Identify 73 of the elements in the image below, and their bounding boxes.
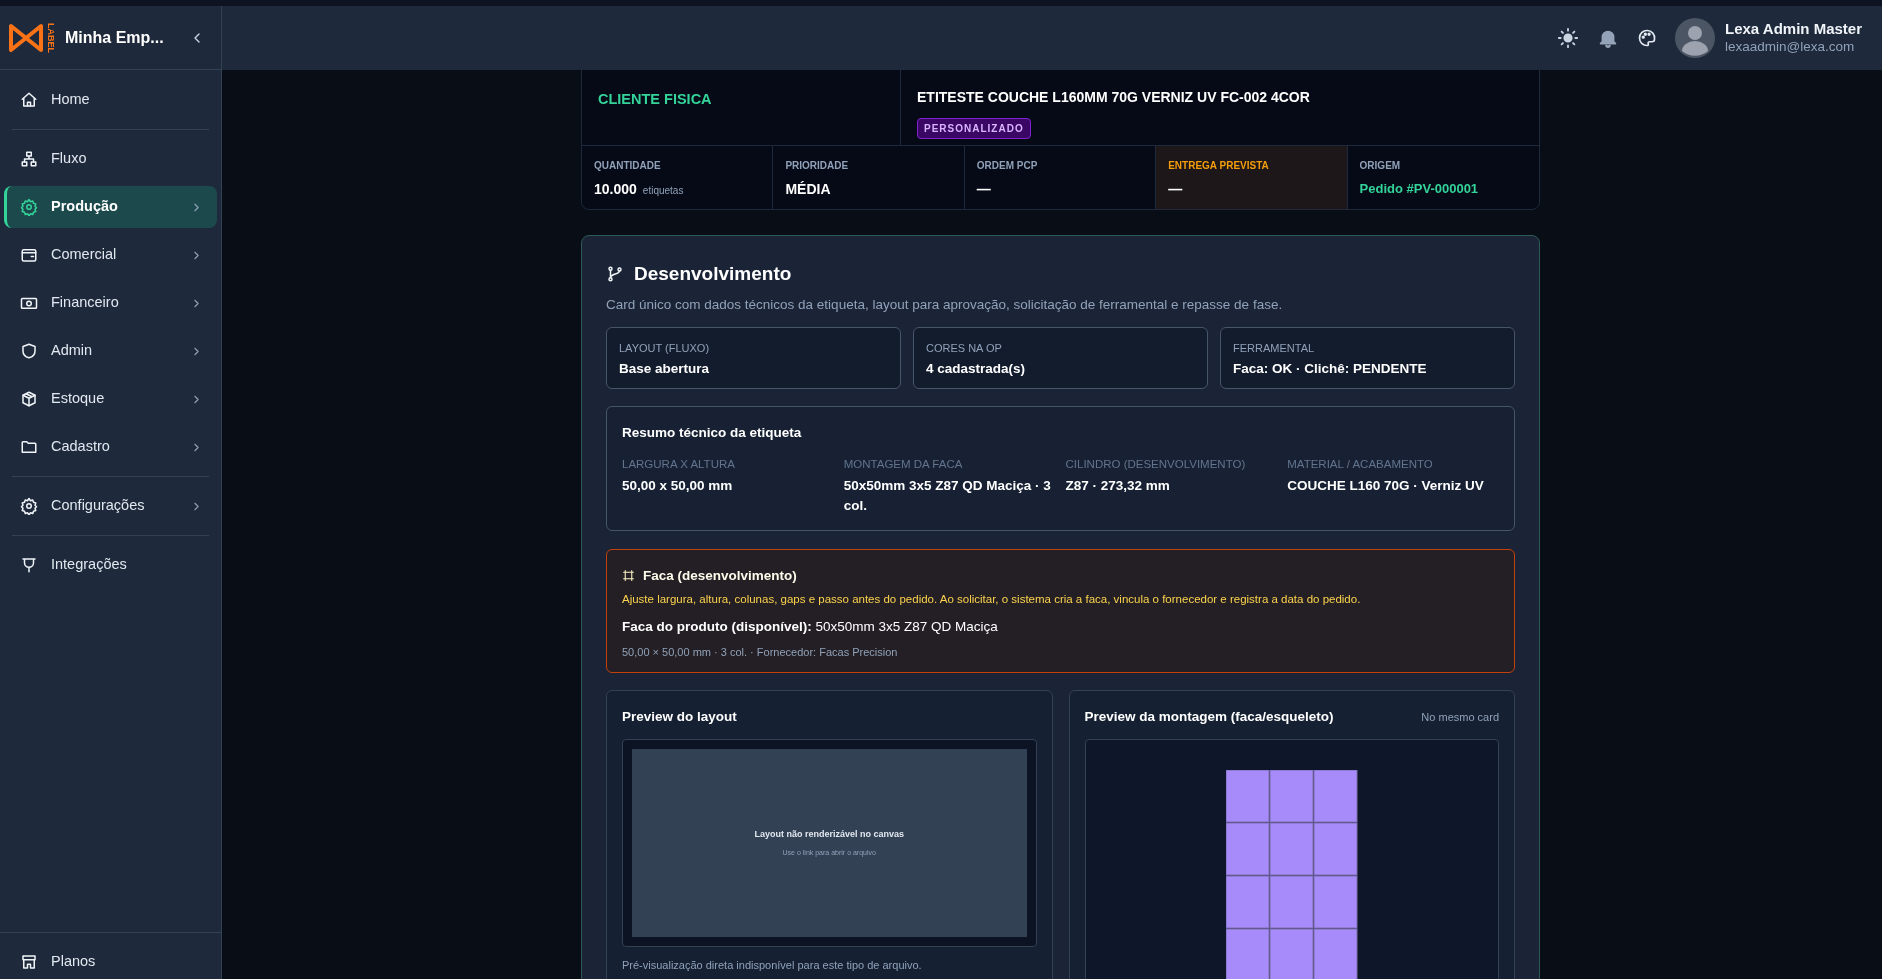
logo-text: LABEL bbox=[46, 22, 55, 53]
field-label: PRIORIDADE bbox=[785, 159, 850, 173]
preview-caption: Pré-visualização direta indisponível para este tipo de arquivo. bbox=[622, 958, 923, 973]
info-label: LAYOUT (FLUXO) bbox=[619, 340, 711, 356]
summary-value: 50x50mm 3x5 Z87 QD Maciça · 3 col. bbox=[843, 477, 1052, 516]
branch-icon bbox=[606, 265, 624, 284]
sidebar-item[interactable]: Estoque bbox=[4, 378, 217, 420]
theme-toggle-button[interactable] bbox=[1557, 27, 1579, 49]
section-subtitle: Card único com dados técnicos da etiqueta, layout para aprovação, solicitação de ferramental e repasse de fase. bbox=[606, 295, 1284, 314]
faca-description: Ajuste largura, altura, colunas, gaps e passo antes do pedido. Ao solicitar, o sistema cria a faca, vincula o fornecedor e registra a data do pedido. bbox=[622, 592, 1362, 607]
placeholder-message: Layout não renderizável no canvas bbox=[754, 828, 905, 841]
user-name: Lexa Admin Master bbox=[1725, 20, 1862, 39]
company-name: Minha Emp... bbox=[65, 27, 165, 48]
field-value: — bbox=[976, 180, 991, 199]
palette-icon bbox=[1637, 28, 1657, 48]
faca-title: Faca (desenvolvimento) bbox=[643, 566, 797, 585]
preview-note: No mesmo card bbox=[1421, 709, 1499, 725]
sidebar-item[interactable]: Cadastro bbox=[4, 426, 217, 468]
field-value: 10.000 bbox=[594, 180, 637, 199]
info-value: 4 cadastrada(s) bbox=[926, 360, 1027, 379]
info-value: Base abertura bbox=[619, 360, 711, 379]
wallet-icon bbox=[20, 246, 38, 264]
sun-icon bbox=[1557, 27, 1579, 49]
info-label: FERRAMENTAL bbox=[1233, 340, 1316, 356]
field-value: — bbox=[1168, 180, 1183, 199]
summary-label: MONTAGEM DA FACA bbox=[843, 457, 964, 472]
sidebar-item[interactable]: Home bbox=[4, 79, 217, 121]
summary-value: 50,00 x 50,00 mm bbox=[622, 477, 734, 496]
user-email: lexaadmin@lexa.com bbox=[1725, 38, 1856, 56]
product-tag: PERSONALIZADO bbox=[917, 118, 1031, 139]
product-name: ETITESTE COUCHE L160MM 70G VERNIZ UV FC-002 4COR bbox=[917, 88, 1310, 107]
sidebar-item[interactable]: Fluxo bbox=[4, 138, 217, 180]
preview-title: Preview do layout bbox=[622, 707, 738, 726]
sidebar-item[interactable]: Planos bbox=[4, 945, 217, 979]
sidebar-item[interactable]: Admin bbox=[4, 330, 217, 372]
field-label: ORIGEM bbox=[1359, 159, 1402, 173]
summary-value: Z87 · 273,32 mm bbox=[1065, 477, 1171, 496]
gear-icon bbox=[20, 497, 38, 515]
field-value: MÉDIA bbox=[785, 180, 831, 199]
summary-label: LARGURA X ALTURA bbox=[622, 457, 736, 472]
section-title: Desenvolvimento bbox=[634, 262, 792, 286]
summary-title: Resumo técnico da etiqueta bbox=[622, 423, 803, 442]
faca-details: 50,00 × 50,00 mm · 3 col. · Fornecedor: Facas Precision bbox=[622, 644, 899, 660]
summary-value: COUCHE L160 70G · Verniz UV bbox=[1287, 477, 1485, 496]
summary-label: CILINDRO (DESENVOLVIMENTO) bbox=[1065, 457, 1247, 472]
avatar-icon[interactable] bbox=[1675, 18, 1715, 58]
crop-frame-icon bbox=[622, 569, 635, 583]
sidebar-item[interactable]: Financeiro bbox=[4, 282, 217, 324]
logo-icon bbox=[8, 21, 44, 54]
sidebar-item[interactable]: Produção bbox=[4, 186, 217, 228]
plug-icon bbox=[20, 556, 38, 574]
palette-button[interactable] bbox=[1637, 28, 1657, 48]
sidebar-item[interactable]: Configurações bbox=[4, 485, 217, 527]
field-value[interactable]: Pedido #PV-000001 bbox=[1359, 179, 1479, 199]
summary-label: MATERIAL / ACABAMENTO bbox=[1287, 457, 1434, 472]
preview-title: Preview da montagem (faca/esqueleto) bbox=[1084, 707, 1334, 726]
gear-icon bbox=[20, 198, 38, 216]
home-icon bbox=[20, 91, 38, 109]
sidebar-item[interactable]: Integrações bbox=[4, 544, 217, 586]
field-label: ENTREGA PREVISTA bbox=[1168, 159, 1270, 173]
field-unit: etiquetas bbox=[642, 184, 684, 198]
shield-icon bbox=[20, 342, 38, 360]
field-label: ORDEM PCP bbox=[976, 159, 1039, 173]
folder-icon bbox=[20, 438, 38, 456]
client-name: CLIENTE FISICA bbox=[598, 91, 712, 107]
field-label: QUANTIDADE bbox=[594, 159, 662, 173]
store-icon bbox=[20, 953, 38, 971]
sidebar-item[interactable]: Comercial bbox=[4, 234, 217, 276]
hierarchy-icon bbox=[20, 150, 38, 168]
info-value: Faca: OK · Clichê: PENDENTE bbox=[1233, 360, 1428, 379]
faca-product-line: Faca do produto (disponível): 50x50mm 3x5 Z87 QD Maciça bbox=[622, 618, 999, 637]
package-icon bbox=[20, 390, 38, 408]
info-label: CORES NA OP bbox=[926, 340, 1003, 356]
